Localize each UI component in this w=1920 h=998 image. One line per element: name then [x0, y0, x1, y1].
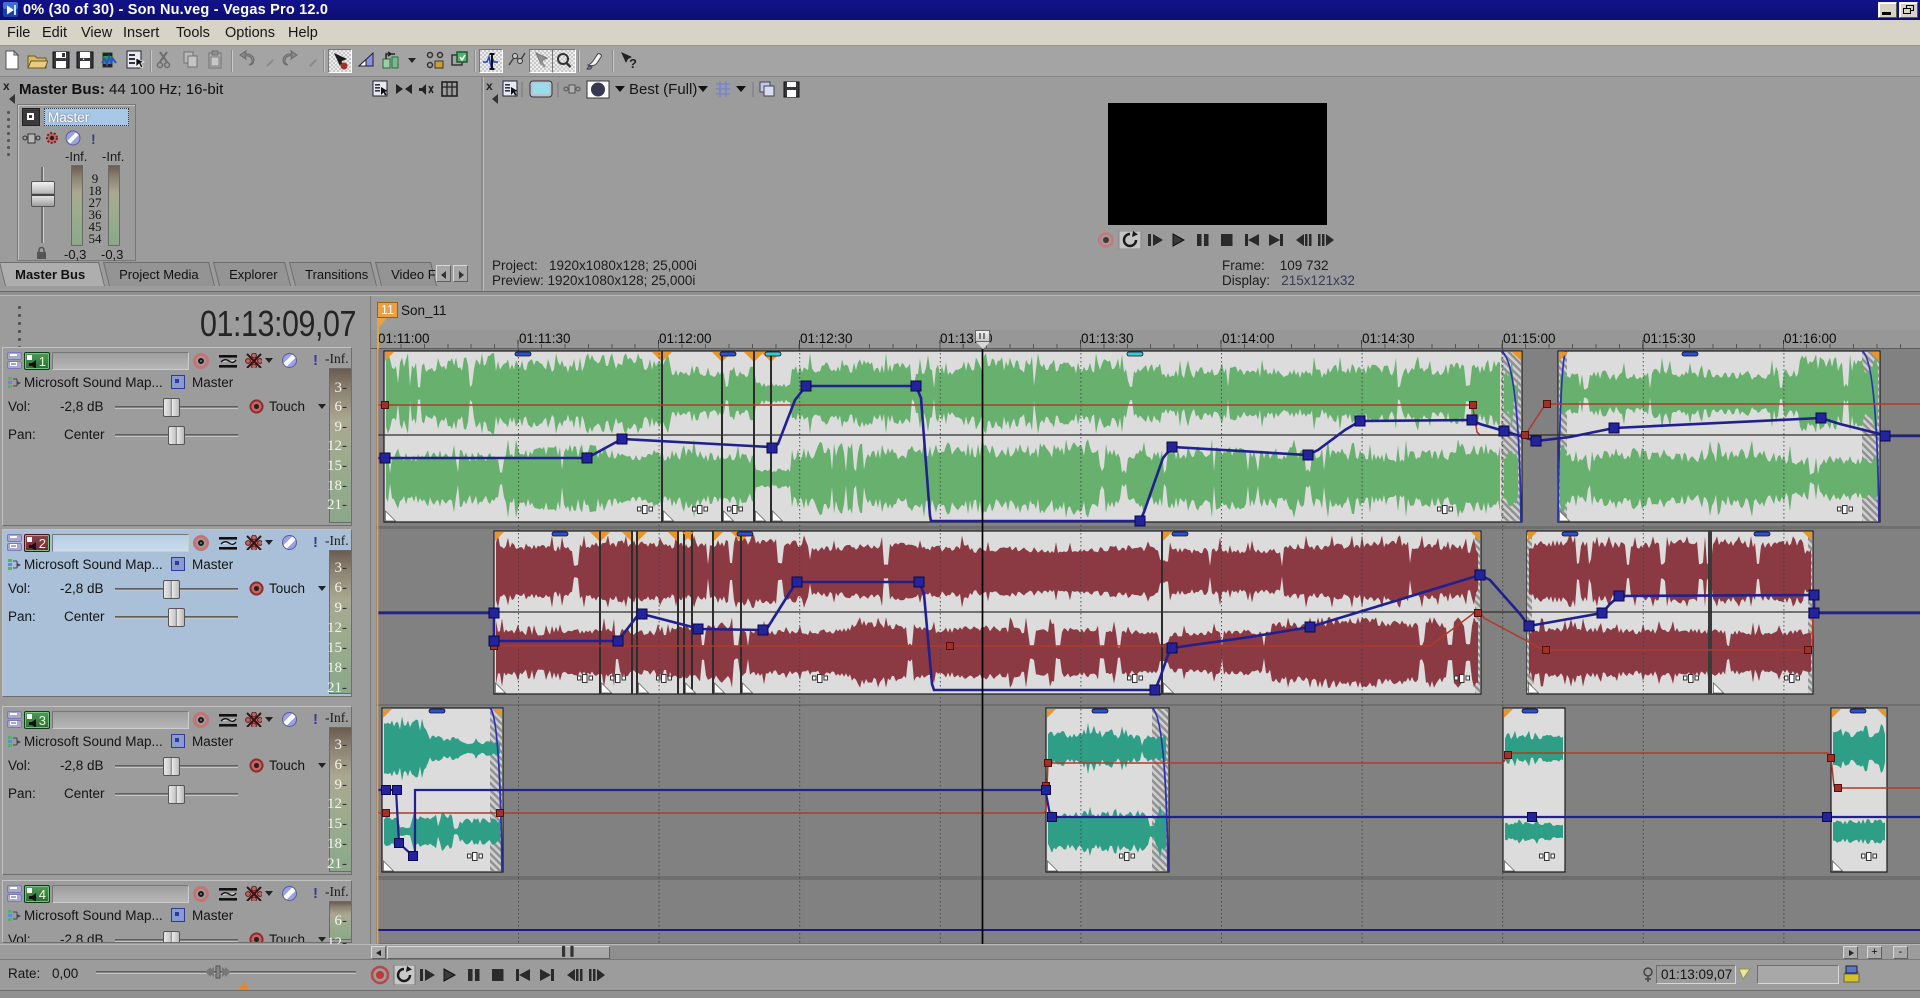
svg-text:?: ?	[81, 52, 87, 62]
svg-text:Best (Full): Best (Full)	[629, 81, 697, 98]
svg-text:!: !	[91, 131, 96, 147]
svg-text:?: ?	[629, 56, 637, 71]
